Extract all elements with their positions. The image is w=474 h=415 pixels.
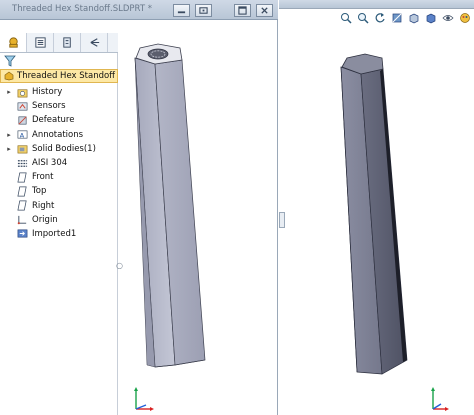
window-split-handle[interactable] [279,212,285,228]
restore-button[interactable] [195,4,212,17]
tree-item-solid-bodies[interactable]: ▸ Solid Bodies(1) [0,142,118,156]
tree-item-right-plane[interactable]: Right [0,199,118,213]
property-manager-icon [34,37,46,48]
tree-item-label: AISI 304 [32,158,68,169]
defeature-icon [17,115,28,126]
tree-item-history[interactable]: ▸ History [0,85,118,99]
minimize-button[interactable] [173,4,190,17]
maximize-icon [238,6,247,15]
maximize-button[interactable] [234,4,251,17]
close-icon [261,7,268,14]
tree-item-origin[interactable]: Origin [0,213,118,227]
tree-item-label: Origin [32,214,58,225]
tree-item-front-plane[interactable]: Front [0,170,118,184]
title-bar[interactable]: Threaded Hex Standoff.SLDPRT * [0,0,278,20]
configuration-manager-icon [62,37,71,48]
hide-show-items-button[interactable] [441,11,455,25]
zoom-to-area-button[interactable] [356,11,370,25]
standoff-model-threaded [134,43,206,368]
display-style-icon [426,13,436,24]
close-button[interactable] [256,4,273,17]
section-view-button[interactable] [390,11,404,25]
title-bar-right[interactable] [279,0,474,9]
standoff-model-plain [340,53,408,375]
plane-icon [17,200,28,211]
view-triad-icon [134,387,154,411]
expand-arrow-icon[interactable]: ▸ [5,88,13,96]
tree-item-label: Sensors [32,101,66,112]
tree-item-label: Imported1 [32,228,77,239]
feature-manager-icon [8,37,18,48]
tree-item-sensors[interactable]: Sensors [0,99,118,113]
material-icon [17,158,28,169]
edit-appearance-button[interactable] [458,11,472,25]
tab-property-manager[interactable] [27,33,54,52]
tree-root-label: Threaded Hex Standoff (Defa [17,71,117,81]
feature-tree: ▸ History Sensors Defeature ▸ A Annotati… [0,85,118,241]
tree-item-label: Annotations [32,129,84,140]
tree-item-annotations[interactable]: ▸ A Annotations [0,128,118,142]
view-orientation-button[interactable] [407,11,421,25]
tree-item-label: History [32,87,63,98]
part-window-right [279,0,474,415]
filter-icon[interactable] [4,55,16,67]
zoom-to-fit-icon [341,13,352,24]
hide-show-icon [442,15,454,21]
history-folder-icon [17,87,28,98]
minimize-icon [177,11,186,14]
window-title: Threaded Hex Standoff.SLDPRT * [12,4,152,14]
view-orientation-icon [409,13,419,24]
tree-item-label: Top [32,186,47,197]
tree-item-label: Solid Bodies(1) [32,143,96,154]
part-window-left: Threaded Hex Standoff.SLDPRT * Threaded … [0,0,278,415]
sensors-icon [17,101,28,112]
app-root: Threaded Hex Standoff.SLDPRT * Threaded … [0,0,474,415]
dimxpert-icon [90,38,99,47]
feature-manager-panel: Threaded Hex Standoff (Defa ▸ History Se… [0,33,123,415]
tree-item-label: Right [32,200,55,211]
previous-view-button[interactable] [373,11,387,25]
origin-icon [17,214,28,225]
previous-view-icon [375,13,385,23]
tree-item-imported1[interactable]: Imported1 [0,227,118,241]
zoom-to-fit-button[interactable] [339,11,353,25]
svg-text:A: A [20,131,25,139]
feature-manager-tabs [0,33,118,53]
tree-item-label: Defeature [32,115,75,126]
tab-dimxpert-manager[interactable] [81,33,108,52]
restore-icon [199,7,208,14]
annotations-icon: A [17,129,28,140]
section-view-icon [392,13,402,23]
expand-arrow-icon[interactable]: ▸ [5,131,13,139]
zoom-to-area-icon [358,13,369,24]
tree-item-label: Front [32,172,54,183]
tree-item-top-plane[interactable]: Top [0,184,118,198]
tab-feature-manager[interactable] [0,33,27,52]
display-style-button[interactable] [424,11,438,25]
expand-arrow-icon[interactable]: ▸ [5,145,13,153]
solid-bodies-folder-icon [17,143,28,154]
plane-icon [17,186,28,197]
view-triad-icon [431,387,449,411]
graphics-area-right[interactable] [279,27,474,415]
edit-appearance-icon [460,13,470,23]
tree-item-material[interactable]: AISI 304 [0,156,118,170]
tab-configuration-manager[interactable] [54,33,81,52]
tree-item-defeature[interactable]: Defeature [0,113,118,127]
graphics-area-left[interactable] [118,20,278,415]
part-icon [4,71,14,81]
heads-up-view-toolbar [339,9,474,27]
plane-icon [17,172,28,183]
imported-body-icon [17,228,28,239]
tree-root-part[interactable]: Threaded Hex Standoff (Defa [0,69,118,83]
